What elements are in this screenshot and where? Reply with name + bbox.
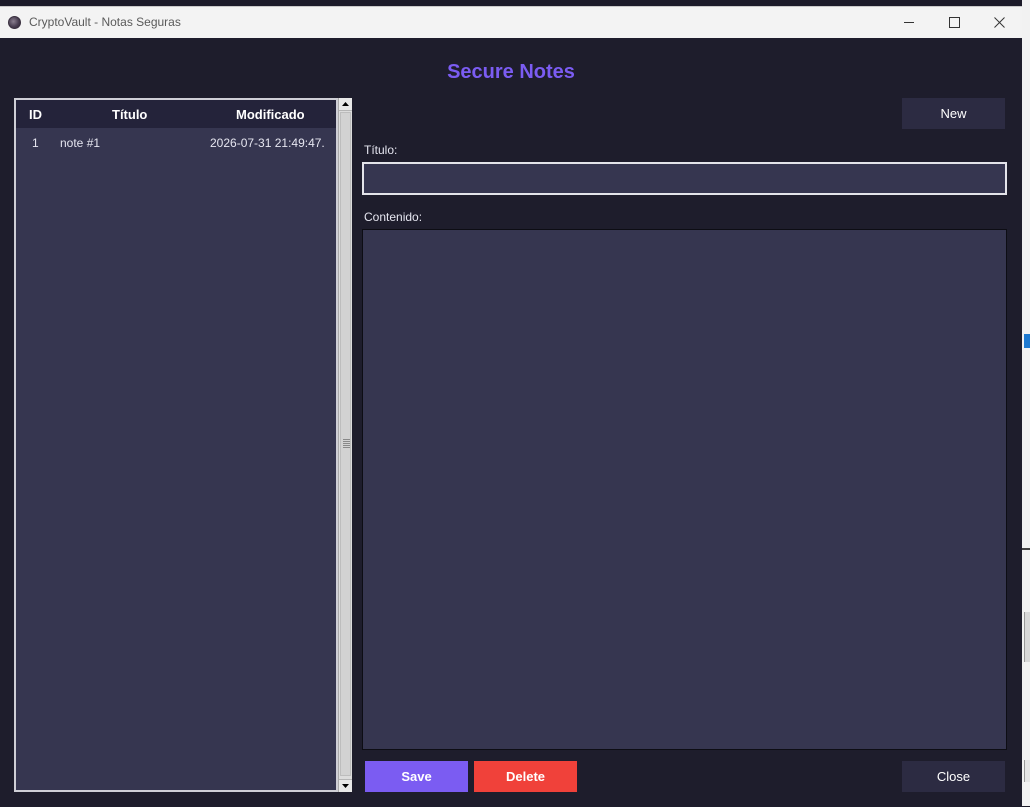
notes-table[interactable]: ID Título Modificado 1 note #1 2026-07-3… [14,98,338,792]
scrollbar-thumb[interactable] [340,112,351,776]
grip-icon [343,439,350,448]
content-label: Contenido: [364,210,423,224]
scroll-down-button[interactable] [339,779,352,792]
column-header-id[interactable]: ID [29,107,42,122]
minimize-icon [904,22,914,23]
scroll-up-button[interactable] [339,98,352,111]
cell-modified: 2026-07-31 21:49:47. [210,136,325,150]
column-header-title[interactable]: Título [112,107,147,122]
background-window-mark [1022,548,1030,550]
window-title: CryptoVault - Notas Seguras [29,15,181,29]
close-icon [993,17,1005,28]
background-window-mark [1024,612,1030,662]
cell-id: 1 [32,136,39,150]
title-input[interactable] [362,162,1007,195]
app-icon [8,16,21,29]
app-window: CryptoVault - Notas Seguras Secure Notes… [0,6,1022,807]
maximize-icon [948,17,960,28]
notes-scrollbar[interactable] [338,98,352,792]
minimize-button[interactable] [886,7,932,38]
background-window-mark [1024,334,1030,348]
table-header: ID Título Modificado [16,100,336,128]
arrow-up-icon [342,102,349,106]
close-window-button[interactable] [976,7,1022,38]
new-note-button[interactable]: New [902,98,1005,129]
close-button[interactable]: Close [902,761,1005,792]
column-header-modified[interactable]: Modificado [236,107,305,122]
maximize-button[interactable] [931,7,977,38]
delete-button[interactable]: Delete [474,761,577,792]
arrow-down-icon [342,784,349,788]
background-window-edge [1022,0,1030,806]
background-window-mark [1024,760,1030,782]
title-bar[interactable]: CryptoVault - Notas Seguras [0,7,1022,38]
page-title: Secure Notes [447,61,575,83]
title-label: Título: [364,143,398,157]
cell-title: note #1 [60,136,101,150]
table-row[interactable]: 1 note #1 2026-07-31 21:49:47. [16,128,336,156]
save-button[interactable]: Save [365,761,468,792]
content-textarea[interactable] [362,229,1007,750]
